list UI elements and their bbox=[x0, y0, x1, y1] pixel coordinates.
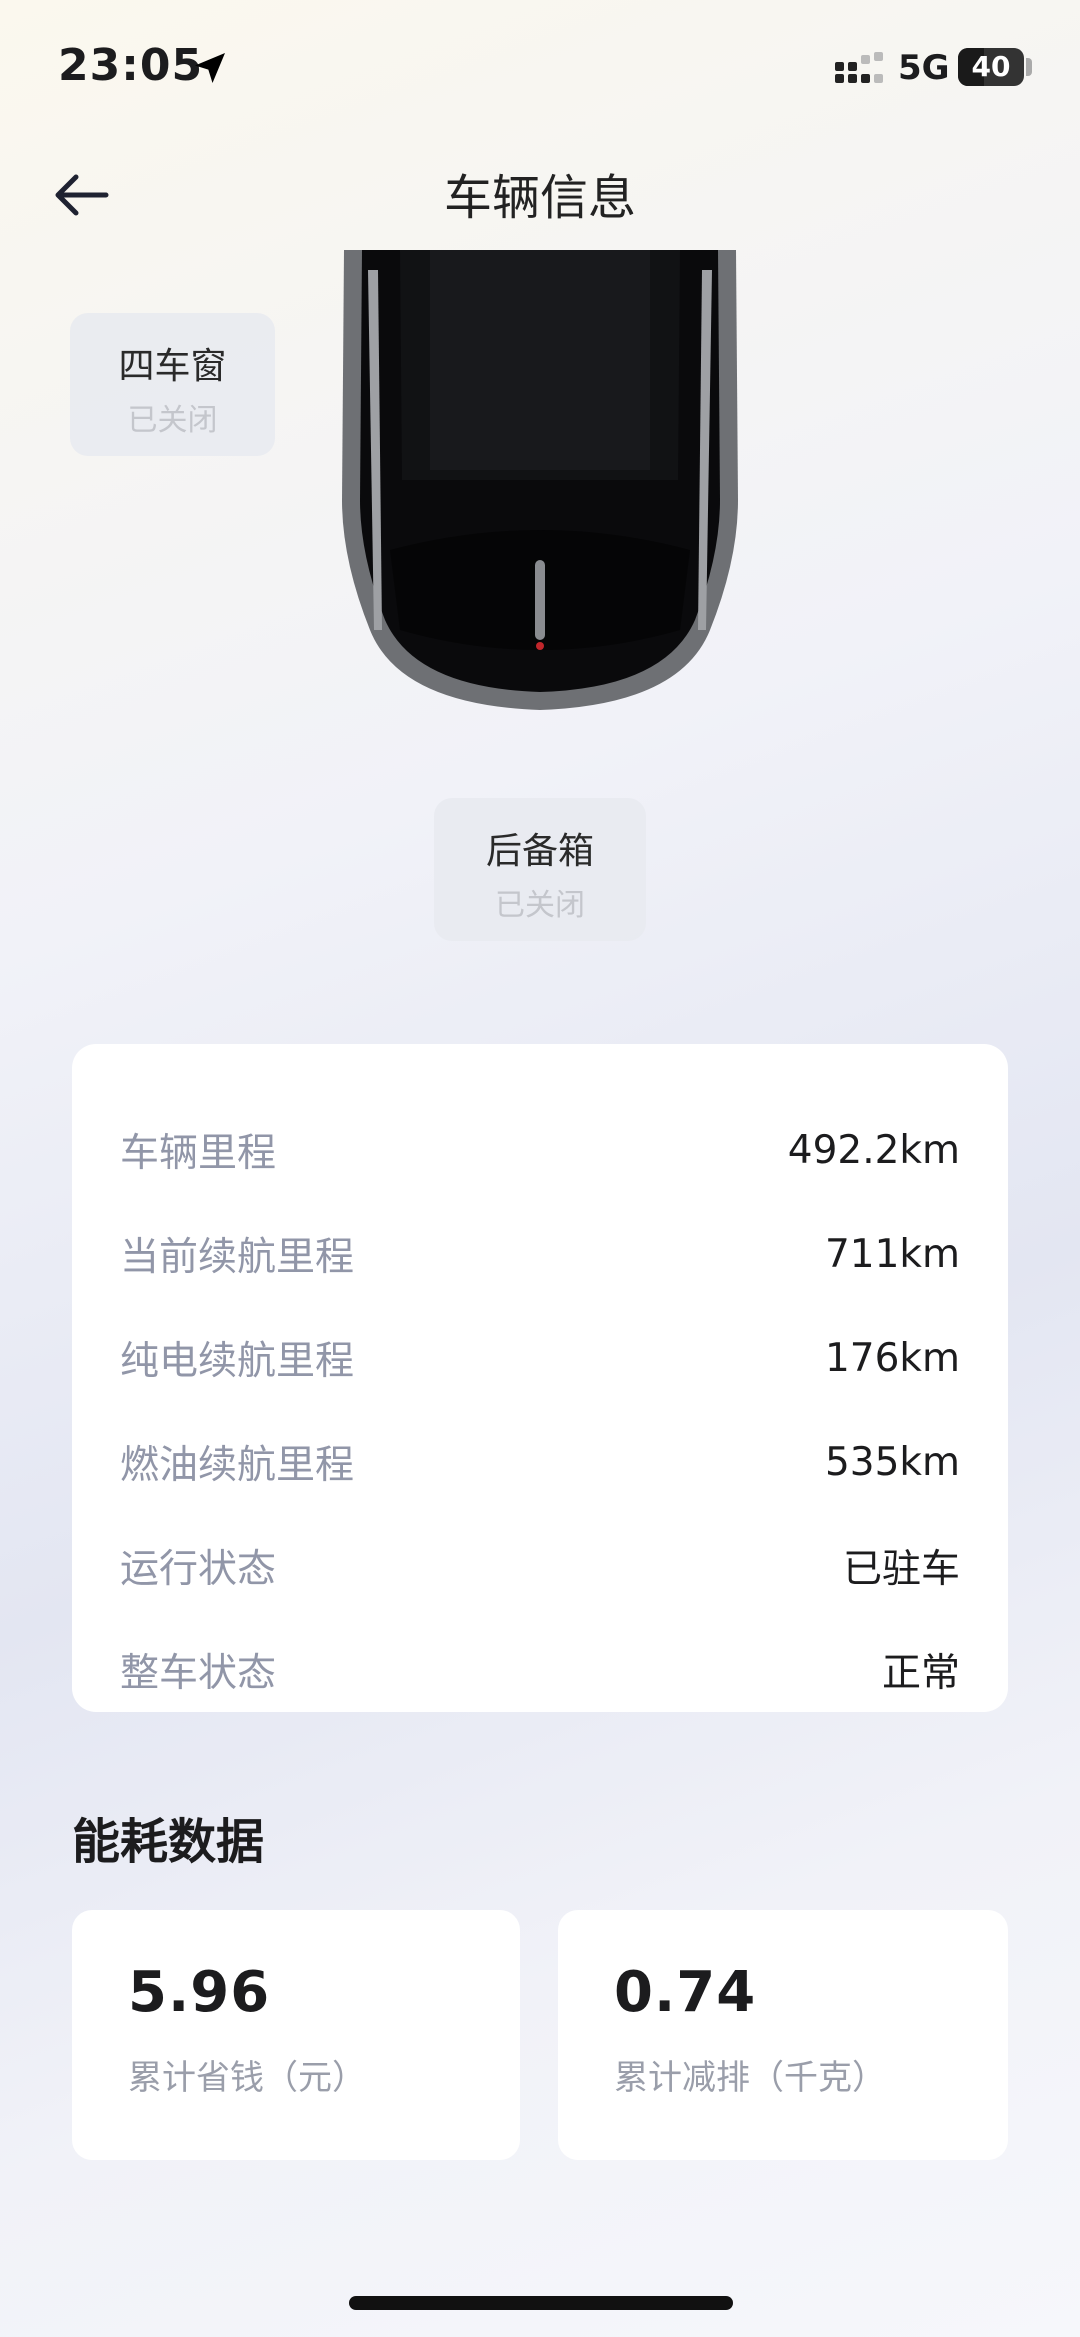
info-value: 正常 bbox=[881, 1651, 960, 1696]
emission-value: 0.74 bbox=[614, 1960, 757, 2025]
trunk-label: 后备箱 bbox=[485, 831, 594, 872]
status-bar: 23:05 5G 40 bbox=[0, 0, 1080, 140]
info-value: 535km bbox=[824, 1439, 960, 1485]
vehicle-info-card: 车辆里程 492.2km 当前续航里程 711km 纯电续航里程 176km 燃… bbox=[72, 1044, 1008, 1712]
info-row-vehicle-state: 整车状态 正常 bbox=[120, 1640, 960, 1700]
info-value: 176km bbox=[824, 1335, 960, 1381]
money-saved-card: 5.96 累计省钱（元） bbox=[72, 1910, 520, 2160]
info-row-running-state: 运行状态 已驻车 bbox=[120, 1536, 960, 1596]
info-row-current-range: 当前续航里程 711km bbox=[120, 1224, 960, 1284]
info-row-mileage: 车辆里程 492.2km bbox=[120, 1120, 960, 1180]
status-time: 23:05 bbox=[58, 40, 204, 91]
info-value: 492.2km bbox=[787, 1127, 960, 1173]
info-value: 711km bbox=[824, 1231, 960, 1277]
emission-caption: 累计减排（千克） bbox=[614, 2058, 886, 2098]
signal-icon bbox=[835, 52, 883, 83]
info-label: 整车状态 bbox=[120, 1651, 277, 1696]
money-saved-value: 5.96 bbox=[128, 1960, 271, 2025]
location-arrow-icon bbox=[195, 53, 225, 83]
info-row-electric-range: 纯电续航里程 176km bbox=[120, 1328, 960, 1388]
battery-cap bbox=[1026, 58, 1032, 76]
info-label: 纯电续航里程 bbox=[120, 1339, 355, 1384]
info-label: 车辆里程 bbox=[120, 1131, 277, 1176]
nav-bar: 车辆信息 bbox=[0, 140, 1080, 240]
battery-icon: 40 bbox=[958, 48, 1024, 86]
trunk-status-card[interactable]: 后备箱 已关闭 bbox=[434, 798, 646, 941]
trunk-status: 已关闭 bbox=[495, 888, 585, 923]
car-top-view-image bbox=[342, 250, 738, 710]
page-title: 车辆信息 bbox=[443, 170, 636, 226]
windows-label: 四车窗 bbox=[118, 346, 227, 387]
energy-section-title: 能耗数据 bbox=[72, 1814, 265, 1870]
windows-status: 已关闭 bbox=[127, 403, 218, 438]
info-value: 已驻车 bbox=[842, 1547, 960, 1592]
battery-percent: 40 bbox=[971, 50, 1011, 83]
money-saved-caption: 累计省钱（元） bbox=[128, 2058, 366, 2098]
info-label: 运行状态 bbox=[120, 1547, 277, 1592]
info-row-fuel-range: 燃油续航里程 535km bbox=[120, 1432, 960, 1492]
emission-card: 0.74 累计减排（千克） bbox=[558, 1910, 1008, 2160]
network-type: 5G bbox=[898, 48, 950, 88]
info-label: 当前续航里程 bbox=[120, 1235, 355, 1280]
windows-status-card[interactable]: 四车窗 已关闭 bbox=[70, 313, 275, 456]
home-indicator[interactable] bbox=[349, 2296, 733, 2310]
info-label: 燃油续航里程 bbox=[120, 1443, 355, 1488]
